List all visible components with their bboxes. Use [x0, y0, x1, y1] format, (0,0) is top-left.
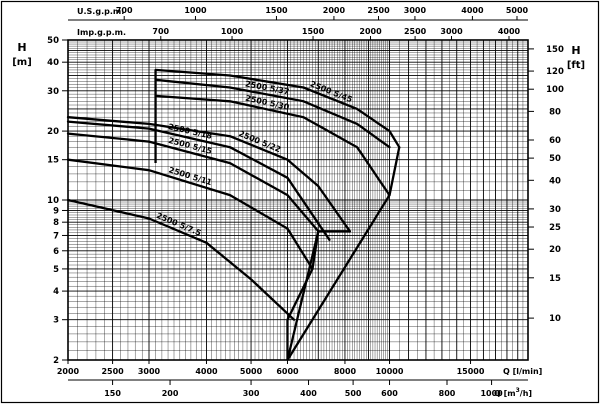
- bottom-axis-label: Q [l/min]: [503, 367, 542, 376]
- right-tick-label: 40: [549, 176, 561, 186]
- top-imp-tick-label: 4000: [498, 27, 521, 36]
- bottom-tick-label: 5000: [240, 367, 263, 376]
- top-us-tick-label: 2000: [323, 6, 346, 15]
- top-us-tick-label: 5000: [506, 6, 529, 15]
- top-us-tick-label: 2500: [367, 6, 390, 15]
- left-tick-label: 3: [53, 316, 59, 326]
- left-tick-label: 6: [53, 247, 59, 257]
- left-tick-label: 7: [53, 231, 59, 241]
- left-tick-label: 2: [53, 356, 59, 366]
- right-axis-label: H: [571, 44, 580, 57]
- top-us-tick-label: 3000: [404, 6, 427, 15]
- top-us-tick-label: 4000: [461, 6, 484, 15]
- series-line: [66, 198, 296, 321]
- series-layer: [66, 68, 401, 321]
- bottom2-tick-label: 500: [345, 389, 362, 398]
- bottom-tick-label: 8000: [334, 367, 357, 376]
- bottom-tick-label: 4000: [195, 367, 218, 376]
- left-tick-label: 4: [53, 287, 59, 297]
- left-axis-ticks: 2 3 4 5 6 7 8 910 15 20 30 40 50: [47, 36, 68, 366]
- left-axis-label: H: [17, 41, 26, 54]
- right-tick-label: 30: [549, 205, 561, 215]
- top-us-tick-label: 1500: [265, 6, 288, 15]
- bottom-tick-label: 15000: [457, 367, 485, 376]
- series-labels: 2500 5/452500 5/372500 5/302500 5/222500…: [155, 79, 354, 238]
- top-imp-tick-label: 2000: [359, 27, 382, 36]
- bottom2-tick-label: 400: [300, 389, 317, 398]
- bottom-tick-label: 2500: [101, 367, 124, 376]
- top-imp-label: Imp.g.p.m.: [77, 28, 126, 37]
- right-tick-label: 25: [549, 223, 561, 233]
- right-axis-unit: [ft]: [567, 60, 585, 71]
- right-tick-label: 10: [549, 314, 561, 324]
- bottom-axis-ticks: 2000 2500 3000 4000 5000 6000 8000 10000 15000: [57, 360, 528, 381]
- bottom-tick-label: 6000: [276, 367, 299, 376]
- left-tick-label: 15: [47, 156, 59, 166]
- left-tick-label: 30: [47, 87, 59, 97]
- bottom2-label-start: Q [m: [494, 389, 516, 398]
- right-tick-label: 50: [549, 154, 561, 164]
- bottom-tick-label: 3000: [138, 367, 161, 376]
- right-axis-ticks: 10 15 20 25 30 40 50 60 80 100 120 150: [528, 45, 564, 324]
- bottom2-tick-label: 200: [162, 389, 179, 398]
- bottom-secondary-axis-ticks: 150 200 300 400 500 600 800 1000: [104, 380, 503, 398]
- right-tick-label: 15: [549, 274, 561, 284]
- bottom2-tick-label: 800: [439, 389, 456, 398]
- left-tick-label: 8: [53, 218, 59, 228]
- left-tick-label: 9: [53, 206, 59, 216]
- left-tick-label: 20: [47, 127, 59, 137]
- top-us-tick-label: 1000: [184, 6, 207, 15]
- left-tick-label: 10: [47, 196, 59, 206]
- top-imp-tick-label: 1500: [302, 27, 325, 36]
- bottom2-label-end: /h]: [520, 389, 532, 398]
- right-tick-label: 20: [549, 245, 561, 255]
- pump-performance-chart: 2500 5/452500 5/372500 5/302500 5/222500…: [0, 0, 600, 404]
- right-tick-label: 100: [546, 85, 564, 95]
- top-us-label: U.S.g.p.m.: [77, 7, 124, 16]
- top-us-axis-ticks: 700 1000 1500 2000 2500 3000 4000 5000: [116, 6, 529, 20]
- bottom-tick-label: 10000: [376, 367, 404, 376]
- bottom-tick-label: 2000: [57, 367, 80, 376]
- top-imp-tick-label: 1000: [221, 27, 244, 36]
- right-tick-label: 150: [546, 45, 564, 55]
- right-tick-label: 60: [549, 136, 561, 146]
- top-imp-tick-label: 2500: [404, 27, 427, 36]
- top-imp-tick-label: 3000: [440, 27, 463, 36]
- left-tick-label: 5: [53, 265, 59, 275]
- left-tick-label: 40: [47, 58, 59, 68]
- bottom2-tick-label: 300: [243, 389, 260, 398]
- top-imp-axis-ticks: 700 1000 1500 2000 2500 3000 4000: [152, 27, 521, 40]
- left-tick-label: 50: [47, 36, 59, 46]
- right-tick-label: 120: [546, 67, 564, 77]
- left-axis-unit: [m]: [12, 57, 32, 68]
- top-imp-tick-label: 700: [152, 27, 169, 36]
- envelope-line: [388, 147, 401, 196]
- bottom2-tick-label: 150: [104, 389, 121, 398]
- bottom2-tick-label: 600: [381, 389, 398, 398]
- right-tick-label: 80: [549, 107, 561, 117]
- bottom-secondary-axis-label: Q [m3/h]: [494, 387, 532, 398]
